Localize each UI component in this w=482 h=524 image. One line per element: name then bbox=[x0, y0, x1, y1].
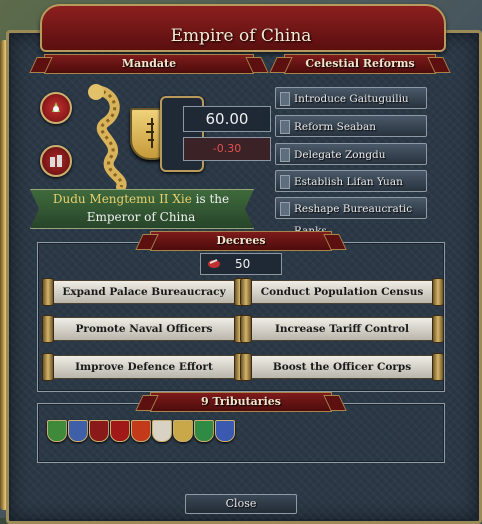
reform-button-seaban[interactable]: Reform Seaban bbox=[275, 115, 427, 137]
tributary-shield-1[interactable] bbox=[47, 420, 67, 442]
reform-button-gaituguiliu[interactable]: Introduce Gaituguiliu bbox=[275, 87, 427, 109]
tributary-shield-6[interactable] bbox=[152, 420, 172, 442]
tributary-shield-9[interactable] bbox=[215, 420, 235, 442]
decree-improve-defence-effort[interactable]: Improve Defence Effort bbox=[42, 353, 246, 381]
decree-expand-palace-bureaucracy[interactable]: Expand Palace Bureaucracy bbox=[42, 278, 246, 306]
celestial-reforms-header: Celestial Reforms bbox=[284, 54, 436, 74]
mandate-value: 60.00 bbox=[183, 106, 271, 132]
emperor-text-2: Emperor of China bbox=[86, 210, 196, 224]
mandate-change: -0.30 bbox=[183, 137, 271, 161]
dragon-emblem bbox=[66, 82, 136, 192]
decree-increase-tariff-control[interactable]: Increase Tariff Control bbox=[240, 315, 444, 343]
mandate-header: Mandate bbox=[44, 54, 254, 74]
decree-boost-officer-corps[interactable]: Boost the Officer Corps bbox=[240, 353, 444, 381]
emperor-text: Dudu Mengtemu II Xie is the Emperor of C… bbox=[40, 190, 242, 226]
decree-cost: 50 bbox=[235, 257, 251, 271]
meritocracy-icon bbox=[208, 259, 220, 268]
close-label: Close bbox=[225, 497, 257, 510]
tributary-shield-4[interactable] bbox=[110, 420, 130, 442]
decrees-header: Decrees bbox=[150, 231, 332, 251]
emperor-text-1: is the bbox=[195, 192, 230, 206]
reform-button-zongdu[interactable]: Delegate Zongdu bbox=[275, 143, 427, 165]
tributary-shield-5[interactable] bbox=[131, 420, 151, 442]
close-button[interactable]: Close bbox=[185, 494, 297, 514]
reform-button-bureaucratic-ranks[interactable]: Reshape Bureaucratic Ranks bbox=[275, 197, 427, 237]
tributaries-header: 9 Tributaries bbox=[150, 392, 332, 412]
decree-promote-naval-officers[interactable]: Promote Naval Officers bbox=[42, 315, 246, 343]
tributary-shield-7[interactable] bbox=[173, 420, 193, 442]
window-title: Empire of China bbox=[170, 26, 312, 46]
tributary-shield-row bbox=[47, 420, 247, 444]
decree-conduct-population-census[interactable]: Conduct Population Census bbox=[240, 278, 444, 306]
tributary-shield-8[interactable] bbox=[194, 420, 214, 442]
tributary-shield-2[interactable] bbox=[68, 420, 88, 442]
decree-cost-box: 50 bbox=[200, 253, 282, 275]
emperor-name[interactable]: Dudu Mengtemu II Xie bbox=[53, 192, 192, 206]
reform-button-lifan-yuan[interactable]: Establish Lifan Yuan bbox=[275, 170, 427, 192]
tributary-shield-3[interactable] bbox=[89, 420, 109, 442]
